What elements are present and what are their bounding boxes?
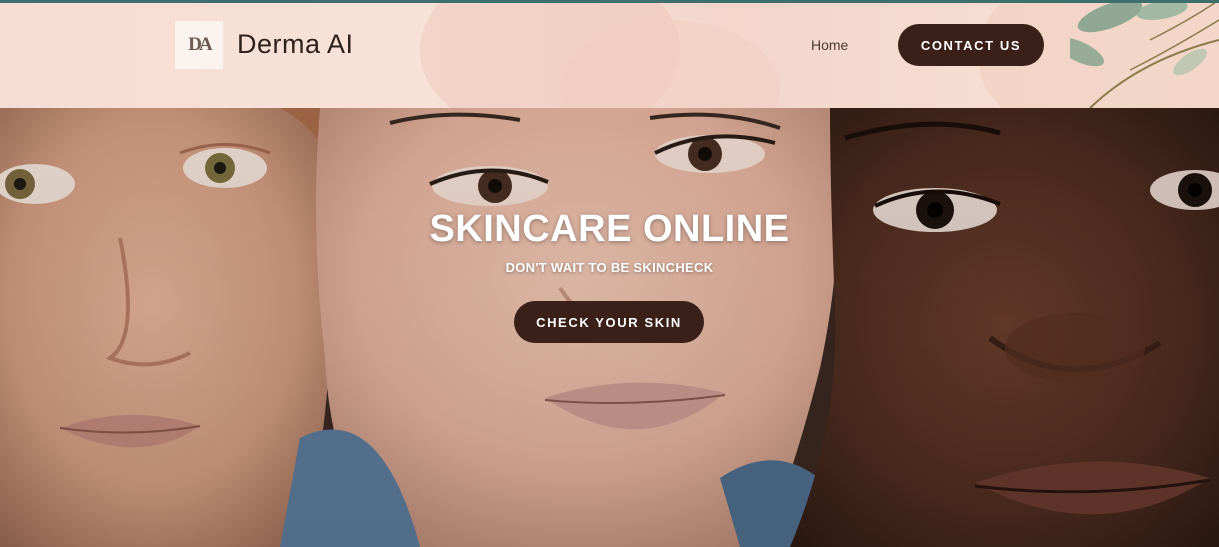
hero-section: SKINCARE ONLINE DON'T WAIT TO BE SKINCHE… (0, 108, 1219, 547)
da-monogram-icon: DA (188, 34, 213, 55)
top-accent-line (0, 0, 1219, 3)
logo[interactable]: DA (175, 21, 223, 69)
eucalyptus-leaves-icon (1070, 0, 1219, 108)
brand-name[interactable]: Derma AI (237, 29, 354, 60)
nav-home-link[interactable]: Home (811, 37, 848, 53)
check-your-skin-button[interactable]: CHECK YOUR SKIN (514, 301, 704, 343)
hero-title: SKINCARE ONLINE (429, 208, 790, 250)
site-header: DA Derma AI Home CONTACT US (0, 0, 1219, 108)
contact-us-button[interactable]: CONTACT US (898, 24, 1044, 66)
hero-subtitle: DON'T WAIT TO BE SKINCHECK (505, 260, 714, 275)
